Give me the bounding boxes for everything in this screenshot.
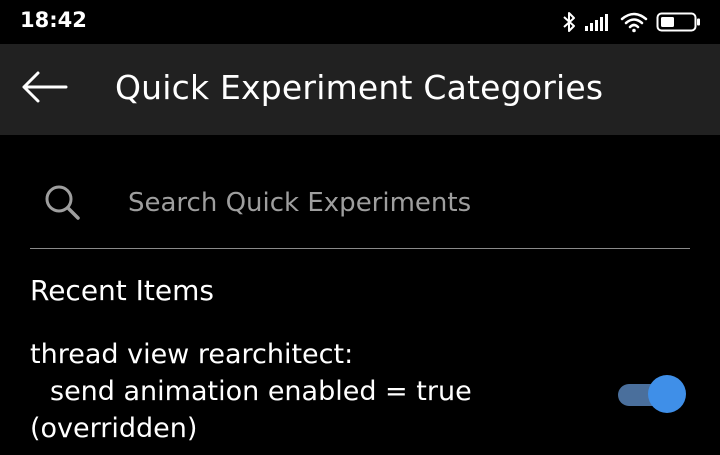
wifi-icon bbox=[620, 11, 648, 33]
status-time: 18:42 bbox=[20, 8, 87, 32]
search-input[interactable] bbox=[128, 180, 668, 226]
search-icon bbox=[42, 182, 82, 222]
app-bar: Quick Experiment Categories bbox=[0, 44, 720, 135]
section-header-recent: Recent Items bbox=[30, 274, 214, 307]
list-item-title: thread view rearchitect: bbox=[30, 339, 354, 370]
battery-icon bbox=[656, 11, 702, 33]
search-bar bbox=[30, 160, 690, 249]
list-item-text: thread view rearchitect: send animation … bbox=[30, 336, 590, 447]
list-item-status: (overridden) bbox=[30, 413, 198, 444]
status-bar: 18:42 bbox=[0, 0, 720, 44]
status-icons bbox=[562, 9, 702, 35]
toggle-thumb bbox=[648, 375, 686, 413]
bluetooth-icon bbox=[562, 11, 576, 33]
list-item-detail: send animation enabled = true bbox=[50, 376, 472, 407]
page-title: Quick Experiment Categories bbox=[115, 68, 604, 107]
back-button[interactable] bbox=[18, 66, 70, 112]
list-item[interactable]: thread view rearchitect: send animation … bbox=[0, 336, 720, 455]
signal-icon bbox=[584, 12, 612, 32]
arrow-left-icon bbox=[20, 69, 68, 109]
override-toggle[interactable] bbox=[616, 374, 688, 414]
